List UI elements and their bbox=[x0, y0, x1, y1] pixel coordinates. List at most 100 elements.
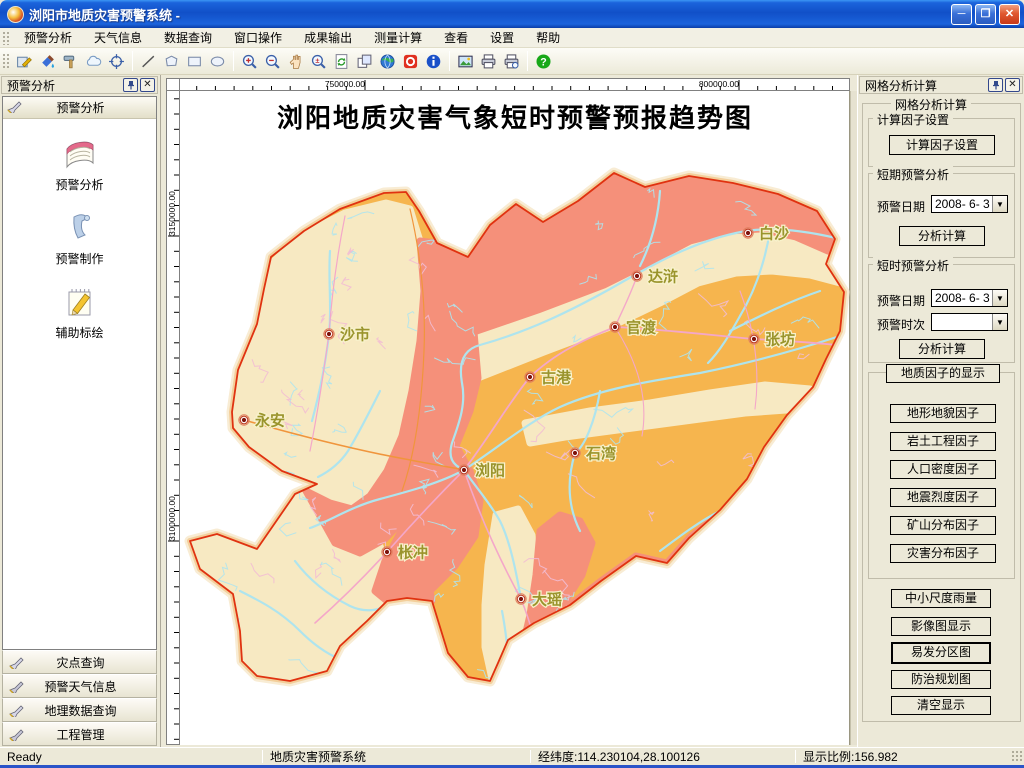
main-body: 预警分析 ✕ 预警分析 预警分析预警制作辅助标绘 灾点查询预警天气信息地理数据查… bbox=[0, 75, 1024, 747]
toolbar-zoom-in-button[interactable] bbox=[238, 50, 261, 73]
left-tool-3[interactable]: 辅助标绘 bbox=[3, 284, 156, 341]
title-bar: 浏阳市地质灾害预警系统 - ─ ❐ ✕ bbox=[0, 0, 1024, 28]
town-label: 白沙 bbox=[759, 225, 789, 243]
zoom-in-icon bbox=[241, 53, 258, 70]
factor-button-1[interactable]: 地质因子的显示 bbox=[886, 364, 1000, 383]
warning-produce-icon bbox=[62, 210, 98, 246]
left-bottom-bar-3[interactable]: 地理数据查询 bbox=[2, 698, 157, 722]
town-label: 大瑶 bbox=[532, 591, 562, 609]
toolbar-image-view-button[interactable] bbox=[454, 50, 477, 73]
toolbar-hammer-button[interactable] bbox=[59, 50, 82, 73]
hammer-icon bbox=[62, 53, 79, 70]
toolbar-center-locate-button[interactable] bbox=[105, 50, 128, 73]
factor-button-4[interactable]: 人口密度因子 bbox=[890, 460, 996, 479]
left-panel-list: 预警分析 预警分析预警制作辅助标绘 bbox=[2, 96, 157, 650]
toolbar-draw-rectangle-button[interactable] bbox=[183, 50, 206, 73]
nowcast-date-combobox[interactable]: 2008- 6- 3 ▼ bbox=[931, 289, 1008, 307]
left-panel-pin-button[interactable] bbox=[123, 78, 138, 92]
zoom-out-icon bbox=[264, 53, 281, 70]
menu-item-8[interactable]: 设置 bbox=[479, 27, 525, 48]
toolbar-info-button[interactable] bbox=[422, 50, 445, 73]
map-canvas[interactable]: 白沙达浒官渡张坊沙市古港永安石湾浏阳枨冲大瑶浏阳地质灾害气象短时预警预报趋势图 bbox=[180, 91, 850, 745]
toolbar-symbol-fill-button[interactable] bbox=[36, 50, 59, 73]
display-button-3[interactable]: 易发分区图 bbox=[891, 642, 991, 664]
menu-item-4[interactable]: 窗口操作 bbox=[223, 27, 293, 48]
toolbar-refresh-map-button[interactable] bbox=[330, 50, 353, 73]
pushpin-icon bbox=[126, 80, 136, 90]
status-ready: Ready bbox=[0, 748, 262, 765]
status-coordinates: 经纬度:114.230104,28.100126 bbox=[531, 748, 795, 765]
draw-ellipse-icon bbox=[209, 53, 226, 70]
left-tool-1[interactable]: 预警分析 bbox=[3, 136, 156, 193]
brush-hand-icon bbox=[9, 655, 25, 669]
menu-item-3[interactable]: 数据查询 bbox=[153, 27, 223, 48]
town-label: 张坊 bbox=[765, 331, 795, 349]
nowcast-time-combobox[interactable]: ▼ bbox=[931, 313, 1008, 331]
chevron-down-icon[interactable]: ▼ bbox=[992, 290, 1007, 306]
map-right-strip[interactable] bbox=[850, 91, 857, 745]
toolbar-draw-polygon-button[interactable] bbox=[160, 50, 183, 73]
draw-line-icon bbox=[140, 53, 157, 70]
factor-setting-group-label: 计算因子设置 bbox=[873, 111, 953, 128]
toolbar-separator bbox=[449, 51, 450, 71]
menu-item-2[interactable]: 天气信息 bbox=[83, 27, 153, 48]
factor-button-5[interactable]: 地震烈度因子 bbox=[890, 488, 996, 507]
menu-item-9[interactable]: 帮助 bbox=[525, 27, 571, 48]
factor-setting-button[interactable]: 计算因子设置 bbox=[889, 135, 995, 155]
short-term-analyze-button[interactable]: 分析计算 bbox=[899, 226, 985, 246]
display-button-5[interactable]: 清空显示 bbox=[891, 696, 991, 715]
short-term-date-combobox[interactable]: 2008- 6- 3 ▼ bbox=[931, 195, 1008, 213]
toolbar-zoom-window-button[interactable]: ± bbox=[307, 50, 330, 73]
menu-item-1[interactable]: 预警分析 bbox=[13, 27, 83, 48]
chevron-down-icon[interactable]: ▼ bbox=[992, 196, 1007, 212]
factor-button-3[interactable]: 岩土工程因子 bbox=[890, 432, 996, 451]
toolbar-draw-ellipse-button[interactable] bbox=[206, 50, 229, 73]
toolbar-map-edit-button[interactable] bbox=[13, 50, 36, 73]
chevron-down-icon[interactable]: ▼ bbox=[992, 314, 1007, 330]
left-bottom-bar-2[interactable]: 预警天气信息 bbox=[2, 674, 157, 698]
display-button-1[interactable]: 中小尺度雨量 bbox=[891, 589, 991, 608]
globe-icon bbox=[379, 53, 396, 70]
toolbar-globe-button[interactable] bbox=[376, 50, 399, 73]
resize-grip-icon[interactable] bbox=[1011, 750, 1024, 763]
display-button-4[interactable]: 防治规划图 bbox=[891, 670, 991, 689]
close-button[interactable]: ✕ bbox=[999, 4, 1020, 25]
toolbar-cloud-button[interactable] bbox=[82, 50, 105, 73]
menu-item-5[interactable]: 成果输出 bbox=[293, 27, 363, 48]
left-tool-2[interactable]: 预警制作 bbox=[3, 210, 156, 267]
right-panel-pin-button[interactable] bbox=[988, 78, 1003, 92]
toolbar-copy-layers-button[interactable] bbox=[353, 50, 376, 73]
factor-button-2[interactable]: 地形地貌因子 bbox=[890, 404, 996, 423]
toolbar-help-button[interactable]: ? bbox=[532, 50, 555, 73]
left-panel-section-header[interactable]: 预警分析 bbox=[3, 97, 156, 119]
status-display-scale: 显示比例:156.982 bbox=[796, 748, 905, 765]
toolbar-print-button[interactable] bbox=[477, 50, 500, 73]
display-button-2[interactable]: 影像图显示 bbox=[891, 617, 991, 636]
aux-plot-icon bbox=[62, 284, 98, 320]
svg-text:800000.00: 800000.00 bbox=[699, 79, 739, 89]
copy-layers-icon bbox=[356, 53, 373, 70]
svg-text:3150000.00: 3150000.00 bbox=[167, 191, 177, 236]
toolbar-draw-line-button[interactable] bbox=[137, 50, 160, 73]
town-label: 古港 bbox=[541, 369, 572, 387]
restore-button[interactable]: ❐ bbox=[975, 4, 996, 25]
factor-button-7[interactable]: 灾害分布因子 bbox=[890, 544, 996, 563]
left-panel-close-button[interactable]: ✕ bbox=[140, 78, 155, 92]
toolbar-separator bbox=[233, 51, 234, 71]
toolbar-separator bbox=[527, 51, 528, 71]
menu-item-6[interactable]: 测量计算 bbox=[363, 27, 433, 48]
factor-button-6[interactable]: 矿山分布因子 bbox=[890, 516, 996, 535]
warning-analysis-panel: 预警分析 ✕ 预警分析 预警分析预警制作辅助标绘 灾点查询预警天气信息地理数据查… bbox=[0, 75, 161, 747]
toolbar-stop-button[interactable] bbox=[399, 50, 422, 73]
left-bottom-bar-1[interactable]: 灾点查询 bbox=[2, 650, 157, 674]
menu-item-7[interactable]: 查看 bbox=[433, 27, 479, 48]
left-panel-section-label: 预警分析 bbox=[23, 99, 138, 116]
toolbar-zoom-out-button[interactable] bbox=[261, 50, 284, 73]
toolbar-print-preview-button[interactable] bbox=[500, 50, 523, 73]
town-label: 石湾 bbox=[585, 445, 616, 463]
right-panel-close-button[interactable]: ✕ bbox=[1005, 78, 1020, 92]
left-bottom-bar-4[interactable]: 工程管理 bbox=[2, 722, 157, 746]
toolbar-pan-button[interactable] bbox=[284, 50, 307, 73]
nowcast-analyze-button[interactable]: 分析计算 bbox=[899, 339, 985, 359]
minimize-button[interactable]: ─ bbox=[951, 4, 972, 25]
